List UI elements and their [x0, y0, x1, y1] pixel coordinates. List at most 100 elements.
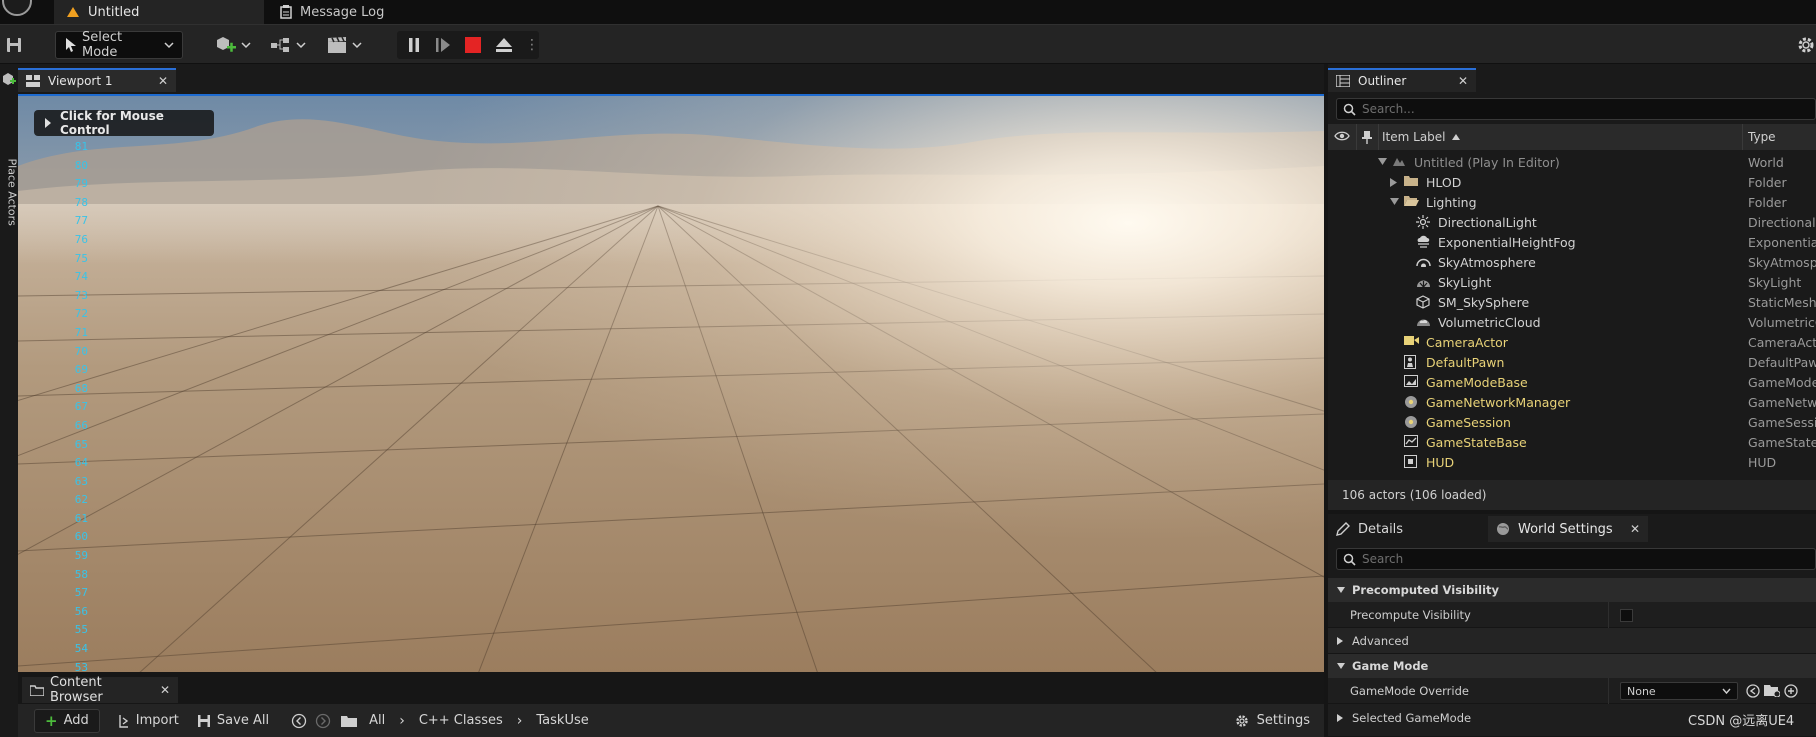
- use-selected-arrow-icon[interactable]: [1746, 684, 1760, 698]
- camera-icon: [1404, 335, 1419, 346]
- tab-details[interactable]: Details: [1328, 516, 1488, 542]
- close-icon[interactable]: ✕: [158, 74, 168, 88]
- world-icon: [1392, 155, 1406, 167]
- category-precomputed-visibility[interactable]: Precomputed Visibility: [1328, 578, 1816, 602]
- outliner-row-sm-skysphere[interactable]: SM_SkySphere StaticMesh: [1328, 292, 1816, 312]
- viewport-render[interactable]: [18, 96, 1324, 672]
- browse-folder-icon[interactable]: [1764, 684, 1780, 697]
- breadcrumb-chevron-icon: ›: [399, 712, 405, 729]
- item-label: Lighting: [1426, 194, 1477, 210]
- chevron-down-icon: [352, 41, 362, 49]
- pause-button[interactable]: [403, 37, 425, 53]
- tab-world-settings[interactable]: World Settings ✕: [1488, 516, 1648, 542]
- outliner-row-gamestatebase[interactable]: GameStateBase GameState: [1328, 432, 1816, 452]
- more-options-icon[interactable]: ⋮: [523, 38, 541, 52]
- outliner-row-directionallight[interactable]: DirectionalLight DirectionalLi: [1328, 212, 1816, 232]
- ruler-number: 70: [74, 344, 88, 358]
- close-icon[interactable]: ✕: [1458, 74, 1468, 88]
- outliner-row-hud[interactable]: HUD HUD: [1328, 452, 1816, 472]
- pin-icon[interactable]: [1362, 130, 1372, 144]
- hud-icon: [1404, 455, 1417, 468]
- add-circle-icon[interactable]: [1784, 684, 1798, 698]
- place-actors-strip[interactable]: Place Actors: [0, 64, 19, 737]
- outliner-row-lighting[interactable]: Lighting Folder: [1328, 192, 1816, 212]
- gamemode-override-dropdown[interactable]: None: [1620, 682, 1738, 700]
- outliner-search-input[interactable]: Search...: [1336, 98, 1816, 120]
- outliner-row-volumetriccloud[interactable]: VolumetricCloud VolumetricC: [1328, 312, 1816, 332]
- content-browser-tab-label: Content Browser: [50, 675, 103, 705]
- item-label-column-header[interactable]: Item Label: [1382, 130, 1460, 144]
- column-divider: [1608, 678, 1609, 704]
- stop-button[interactable]: [461, 37, 485, 53]
- forward-arrow-icon[interactable]: [315, 713, 331, 729]
- cinematics-button[interactable]: [326, 31, 362, 59]
- category-advanced[interactable]: Advanced: [1328, 628, 1816, 654]
- tree-expander-icon[interactable]: [1378, 158, 1387, 165]
- select-mode-label: Select Mode: [82, 30, 123, 60]
- outliner-row-untitled-play-in-editor[interactable]: Untitled (Play In Editor) World: [1328, 152, 1816, 172]
- ue-logo-icon[interactable]: [2, 0, 32, 16]
- blueprint-button[interactable]: [270, 31, 306, 59]
- ruler-number: 71: [74, 325, 88, 339]
- breadcrumb-cpp-classes[interactable]: C++ Classes: [419, 713, 503, 728]
- add-button[interactable]: + Add: [34, 708, 100, 733]
- pencil-icon: [1336, 522, 1350, 536]
- tab-untitled[interactable]: Untitled: [54, 0, 264, 24]
- settings-button[interactable]: Settings: [1235, 713, 1310, 728]
- outliner-row-hlod[interactable]: HLOD Folder: [1328, 172, 1816, 192]
- item-type: GameMode: [1748, 374, 1816, 390]
- outliner-row-skylight[interactable]: SkyLight SkyLight: [1328, 272, 1816, 292]
- type-column-header[interactable]: Type: [1748, 130, 1776, 144]
- select-mode-dropdown[interactable]: Select Mode: [55, 30, 183, 60]
- tab-content-browser[interactable]: Content Browser ✕: [22, 675, 178, 705]
- precompute-visibility-checkbox[interactable]: [1620, 609, 1633, 622]
- outliner-tree: Untitled (Play In Editor) World HLOD Folder…: [1328, 152, 1816, 478]
- item-type: GameState: [1748, 434, 1816, 450]
- save-all-button[interactable]: Save All: [197, 713, 269, 728]
- settings-label: Settings: [1256, 713, 1310, 728]
- search-icon: [1343, 103, 1356, 116]
- ruler-number: 79: [74, 177, 88, 191]
- add-actor-button[interactable]: [215, 31, 251, 59]
- outliner-panel: Outliner ✕ Search... Item Label Type Unt…: [1328, 64, 1816, 510]
- ruler-number: 57: [74, 586, 88, 600]
- details-search-input[interactable]: Search: [1336, 548, 1816, 570]
- tab-viewport-1[interactable]: Viewport 1 ✕: [18, 68, 176, 92]
- outliner-row-defaultpawn[interactable]: DefaultPawn DefaultPaw: [1328, 352, 1816, 372]
- outliner-row-skyatmosphere[interactable]: SkyAtmosphere SkyAtmosp: [1328, 252, 1816, 272]
- ruler-number: 58: [74, 567, 88, 581]
- save-button[interactable]: [6, 31, 22, 59]
- frame-skip-button[interactable]: [431, 37, 455, 53]
- outliner-row-gamemodebase[interactable]: GameModeBase GameMode: [1328, 372, 1816, 392]
- viewport-scene[interactable]: Click for Mouse Control 81 80 79 78 77 7…: [18, 94, 1324, 672]
- breadcrumb-taskuse[interactable]: TaskUse: [536, 713, 588, 728]
- item-label: HUD: [1426, 454, 1455, 470]
- chevron-down-icon: [296, 41, 306, 49]
- outliner-row-exponentialheightfog[interactable]: ExponentialHeightFog Exponential: [1328, 232, 1816, 252]
- item-label: SM_SkySphere: [1438, 294, 1530, 310]
- ruler-number: 77: [74, 214, 88, 228]
- outliner-row-gamesession[interactable]: GameSession GameSessi: [1328, 412, 1816, 432]
- tree-expander-icon[interactable]: [1390, 178, 1397, 187]
- close-icon[interactable]: ✕: [160, 683, 170, 697]
- category-game-mode[interactable]: Game Mode: [1328, 654, 1816, 678]
- outliner-row-cameraactor[interactable]: CameraActor CameraActo: [1328, 332, 1816, 352]
- import-button[interactable]: Import: [118, 713, 179, 728]
- viewport-panel: Viewport 1 ✕ Click for Mouse Control 81 …: [18, 64, 1324, 672]
- back-arrow-icon[interactable]: [291, 713, 307, 729]
- tab-outliner[interactable]: Outliner ✕: [1328, 68, 1476, 92]
- save-all-label: Save All: [216, 713, 270, 728]
- settings-gear-icon[interactable]: [1796, 31, 1816, 59]
- eject-button[interactable]: [491, 37, 517, 53]
- ruler-number: 67: [74, 400, 88, 414]
- breadcrumb-all[interactable]: All: [369, 713, 385, 728]
- place-actors-label[interactable]: Place Actors: [6, 159, 19, 239]
- outliner-row-gamenetworkmanager[interactable]: GameNetworkManager GameNetw: [1328, 392, 1816, 412]
- close-icon[interactable]: ✕: [1630, 522, 1640, 536]
- ruler-number: 80: [74, 158, 88, 172]
- mouse-control-button[interactable]: Click for Mouse Control: [34, 109, 214, 137]
- details-tab-label: Details: [1358, 521, 1404, 537]
- tree-expander-icon[interactable]: [1390, 198, 1399, 205]
- tab-message-log[interactable]: Message Log: [268, 0, 438, 24]
- eye-icon[interactable]: [1334, 130, 1350, 142]
